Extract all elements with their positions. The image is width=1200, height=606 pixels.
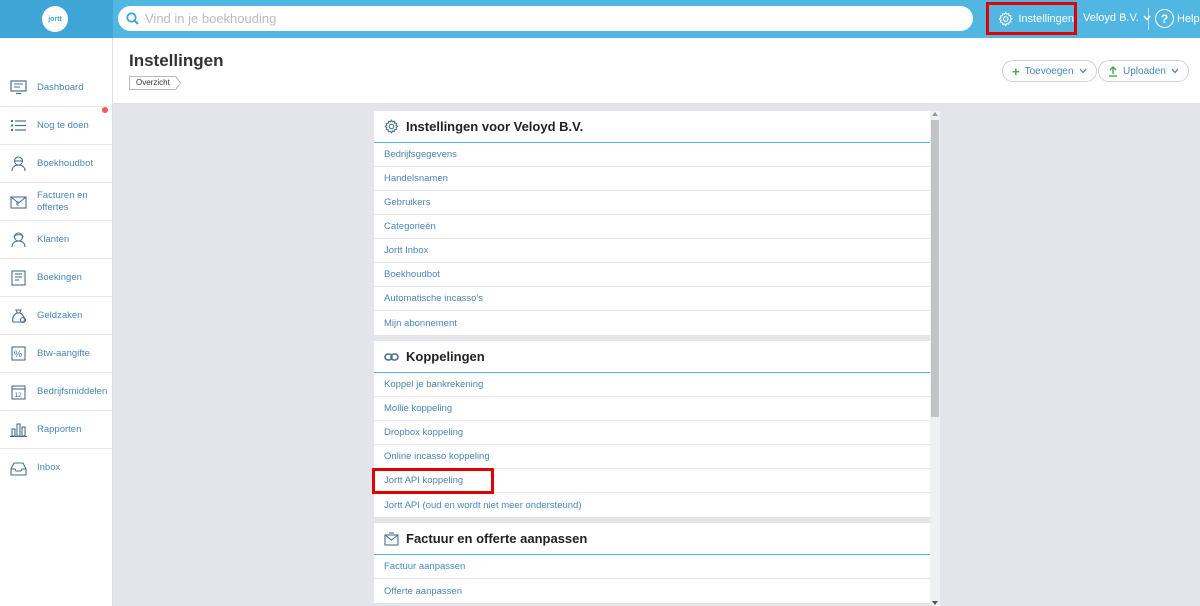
search-bar (118, 6, 973, 31)
sidebar-item-boekingen[interactable]: Boekingen (0, 259, 112, 297)
scrollbar-thumb[interactable] (931, 120, 939, 417)
plus-icon: + (1012, 63, 1020, 79)
bar-chart-icon (10, 421, 27, 438)
sidebar-item-inbox[interactable]: Inbox (0, 449, 112, 487)
chevron-down-icon (1079, 68, 1087, 74)
settings-section-factuur: Factuur en offerte aanpassen Factuur aan… (374, 523, 930, 603)
calendar-icon: 12 (10, 383, 27, 400)
settings-link-jortt-api-oud[interactable]: Jortt API (oud en wordt niet meer onders… (374, 493, 930, 517)
page-header: Instellingen Overzicht + Toevoegen Uploa… (113, 38, 1200, 104)
svg-text:12: 12 (15, 392, 23, 399)
topbar-divider (1148, 8, 1149, 30)
invoice-edit-icon (384, 531, 399, 546)
settings-link-categorieen[interactable]: Categorieën (374, 215, 930, 239)
breadcrumb-arrow-inner (175, 77, 180, 89)
settings-link-gebruikers[interactable]: Gebruikers (374, 191, 930, 215)
section-title: Koppelingen (406, 349, 485, 364)
sidebar-item-label: Bedrijfsmiddelen (37, 385, 108, 397)
settings-link-factuur-aanpassen[interactable]: Factuur aanpassen (374, 555, 930, 579)
section-title: Factuur en offerte aanpassen (406, 531, 588, 546)
sidebar-item-dashboard[interactable]: Dashboard (0, 69, 112, 107)
sidebar-item-klanten[interactable]: Klanten (0, 221, 112, 259)
sidebar-item-geldzaken[interactable]: Geldzaken (0, 297, 112, 335)
settings-link-bedrijfsgegevens[interactable]: Bedrijfsgegevens (374, 143, 930, 167)
sidebar-item-btw-aangifte[interactable]: % Btw-aangifte (0, 335, 112, 373)
settings-section-koppelingen: Koppelingen Koppel je bankrekening Molli… (374, 341, 930, 517)
section-title: Instellingen voor Veloyd B.V. (406, 119, 584, 134)
sidebar-item-facturen[interactable]: € Facturen en offertes (0, 183, 112, 221)
customer-icon (10, 231, 27, 248)
settings-link-online-incasso[interactable]: Online incasso koppeling (374, 445, 930, 469)
upload-label: Uploaden (1123, 65, 1166, 77)
settings-section-company: Instellingen voor Veloyd B.V. Bedrijfsge… (374, 111, 930, 335)
settings-link-jortt-inbox[interactable]: Jortt Inbox (374, 239, 930, 263)
user-menu-button[interactable]: Veloyd B.V. (1083, 12, 1151, 24)
section-header: Factuur en offerte aanpassen (374, 523, 930, 555)
settings-link-dropbox[interactable]: Dropbox koppeling (374, 421, 930, 445)
chevron-down-icon (1143, 15, 1151, 21)
sidebar-item-rapporten[interactable]: Rapporten (0, 411, 112, 449)
chevron-down-icon (1171, 68, 1179, 74)
money-bag-icon (10, 307, 27, 324)
sidebar-item-label: Boekhoudbot (37, 157, 93, 169)
help-label: Help (1177, 12, 1200, 25)
sidebar-item-label: Nog te doen (37, 119, 89, 131)
inbox-icon (10, 460, 27, 477)
settings-link-mollie[interactable]: Mollie koppeling (374, 397, 930, 421)
link-icon (384, 352, 399, 361)
user-label: Veloyd B.V. (1083, 12, 1139, 24)
sidebar-item-label: Facturen en offertes (37, 189, 88, 213)
settings-link-offerte-aanpassen[interactable]: Offerte aanpassen (374, 579, 930, 603)
gear-icon (998, 11, 1013, 27)
scroll-up-arrow[interactable] (932, 112, 938, 116)
bot-icon (10, 155, 27, 172)
settings-label: Instellingen (1018, 12, 1074, 25)
settings-link-mijn-abonnement[interactable]: Mijn abonnement (374, 311, 930, 335)
invoice-icon: € (10, 193, 27, 210)
add-label: Toevoegen (1024, 65, 1074, 77)
scroll-down-arrow[interactable] (932, 601, 938, 605)
svg-text:%: % (14, 349, 22, 359)
sidebar-item-label: Geldzaken (37, 309, 83, 321)
sidebar: Dashboard Nog te doen Boekhoudbot € Fact… (0, 38, 113, 606)
settings-link-handelsnamen[interactable]: Handelsnamen (374, 167, 930, 191)
sidebar-item-boekhoudbot[interactable]: Boekhoudbot (0, 145, 112, 183)
sidebar-item-label: Rapporten (37, 423, 82, 435)
logo-area: jortt (0, 0, 113, 38)
page-title: Instellingen (129, 51, 224, 70)
section-header: Koppelingen (374, 341, 930, 373)
sidebar-item-label: Boekingen (37, 271, 82, 283)
search-icon (126, 12, 139, 25)
settings-link-boekhoudbot[interactable]: Boekhoudbot (374, 263, 930, 287)
breadcrumb[interactable]: Overzicht (129, 76, 176, 90)
search-input[interactable] (145, 11, 945, 26)
list-icon (10, 117, 27, 134)
settings-button[interactable]: Instellingen (986, 2, 1077, 35)
upload-button[interactable]: Uploaden (1098, 60, 1189, 82)
help-button[interactable]: ? Help (1155, 9, 1200, 28)
sidebar-item-label: Dashboard (37, 81, 84, 93)
settings-panel: Instellingen voor Veloyd B.V. Bedrijfsge… (374, 111, 930, 606)
sidebar-item-label: Inbox (37, 462, 61, 473)
percent-icon: % (10, 345, 27, 362)
notification-dot (102, 107, 108, 113)
sidebar-item-bedrijfsmiddelen[interactable]: 12 Bedrijfsmiddelen (0, 373, 112, 411)
gear-icon (384, 119, 399, 134)
jortt-logo[interactable]: jortt (42, 6, 68, 32)
ledger-icon (10, 269, 27, 286)
monitor-icon (10, 79, 27, 96)
settings-link-bankrekening[interactable]: Koppel je bankrekening (374, 373, 930, 397)
add-button[interactable]: + Toevoegen (1002, 60, 1097, 82)
settings-link-jortt-api[interactable]: Jortt API koppeling (374, 469, 930, 493)
sidebar-item-nog-te-doen[interactable]: Nog te doen (0, 107, 112, 145)
section-header: Instellingen voor Veloyd B.V. (374, 111, 930, 143)
sidebar-item-label: Btw-aangifte (37, 347, 90, 359)
settings-link-automatische-incassos[interactable]: Automatische incasso's (374, 287, 930, 311)
top-bar: jortt Instellingen Veloyd B.V. ? Help (0, 0, 1200, 38)
upload-icon (1109, 65, 1117, 77)
sidebar-item-label: Klanten (37, 233, 70, 245)
help-icon: ? (1155, 9, 1174, 28)
